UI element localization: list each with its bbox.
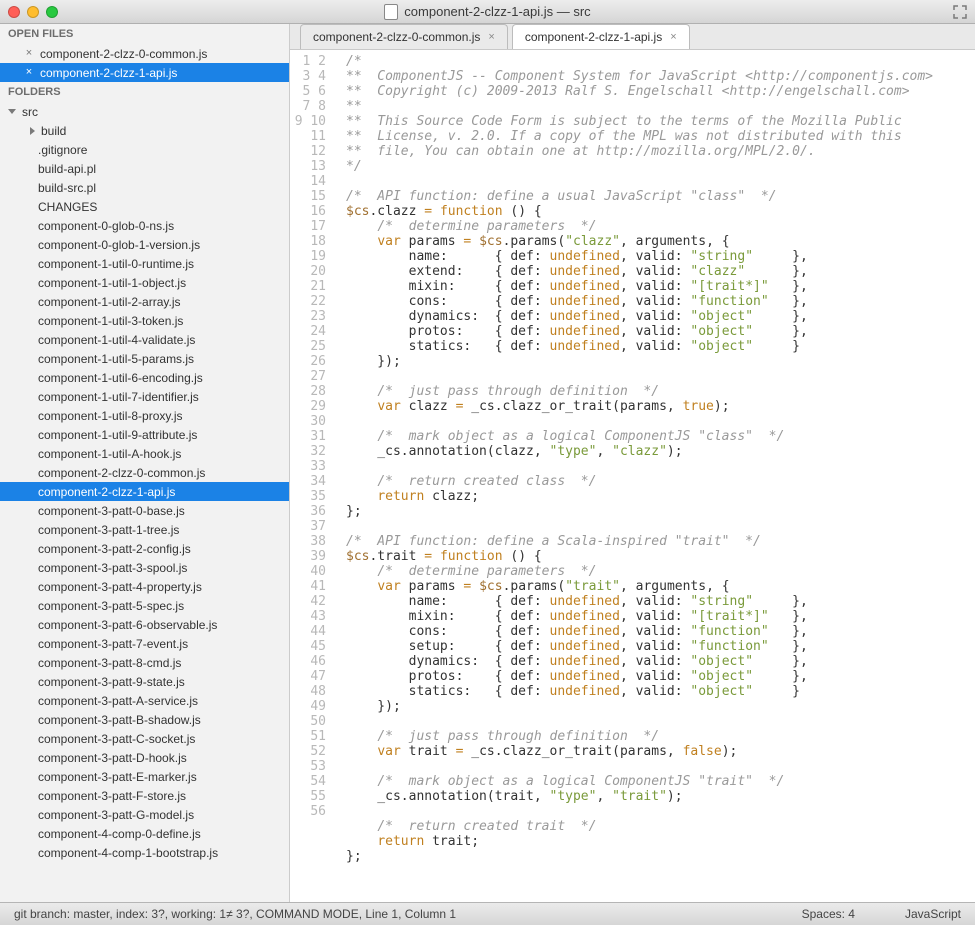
file-item[interactable]: component-3-patt-A-service.js (0, 691, 289, 710)
file-item[interactable]: component-3-patt-C-socket.js (0, 729, 289, 748)
file-item[interactable]: component-3-patt-G-model.js (0, 805, 289, 824)
file-item[interactable]: component-2-clzz-1-api.js (0, 482, 289, 501)
file-item[interactable]: component-3-patt-E-marker.js (0, 767, 289, 786)
file-item[interactable]: component-2-clzz-0-common.js (0, 463, 289, 482)
code-editor[interactable]: 1 2 3 4 5 6 7 8 9 10 11 12 13 14 15 16 1… (290, 50, 975, 902)
file-name: component-2-clzz-1-api.js (40, 66, 177, 80)
file-item[interactable]: component-4-comp-0-define.js (0, 824, 289, 843)
editor-area: component-2-clzz-0-common.js×component-2… (290, 24, 975, 902)
file-item[interactable]: component-0-glob-0-ns.js (0, 216, 289, 235)
open-file-item[interactable]: × component-2-clzz-1-api.js (0, 63, 289, 82)
close-icon[interactable] (8, 6, 20, 18)
file-item[interactable]: component-1-util-6-encoding.js (0, 368, 289, 387)
file-item[interactable]: component-3-patt-6-observable.js (0, 615, 289, 634)
expand-icon[interactable] (953, 5, 967, 19)
file-item[interactable]: component-1-util-4-validate.js (0, 330, 289, 349)
file-item[interactable]: component-1-util-0-runtime.js (0, 254, 289, 273)
file-item[interactable]: component-3-patt-F-store.js (0, 786, 289, 805)
tab-bar: component-2-clzz-0-common.js×component-2… (290, 24, 975, 50)
minimize-icon[interactable] (27, 6, 39, 18)
chevron-right-icon (30, 127, 35, 135)
file-item[interactable]: component-3-patt-2-config.js (0, 539, 289, 558)
close-file-icon[interactable]: × (24, 67, 34, 78)
close-file-icon[interactable]: × (24, 48, 34, 59)
line-gutter: 1 2 3 4 5 6 7 8 9 10 11 12 13 14 15 16 1… (290, 50, 334, 902)
editor-tab[interactable]: component-2-clzz-0-common.js × (300, 24, 508, 49)
file-item[interactable]: component-1-util-5-params.js (0, 349, 289, 368)
file-item[interactable]: component-1-util-A-hook.js (0, 444, 289, 463)
file-item[interactable]: component-1-util-2-array.js (0, 292, 289, 311)
tab-label: component-2-clzz-1-api.js (525, 30, 662, 44)
file-item[interactable]: component-1-util-3-token.js (0, 311, 289, 330)
close-tab-icon[interactable]: × (488, 31, 494, 43)
folder-build[interactable]: build (0, 121, 289, 140)
status-language[interactable]: JavaScript (905, 907, 961, 921)
file-item[interactable]: component-3-patt-8-cmd.js (0, 653, 289, 672)
file-item[interactable]: build-api.pl (0, 159, 289, 178)
file-item[interactable]: component-3-patt-3-spool.js (0, 558, 289, 577)
status-spaces[interactable]: Spaces: 4 (802, 907, 855, 921)
file-item[interactable]: component-3-patt-1-tree.js (0, 520, 289, 539)
file-item[interactable]: CHANGES (0, 197, 289, 216)
file-item[interactable]: component-3-patt-5-spec.js (0, 596, 289, 615)
file-item[interactable]: component-1-util-1-object.js (0, 273, 289, 292)
document-icon (384, 4, 398, 20)
window-title: component-2-clzz-1-api.js — src (404, 4, 590, 19)
file-item[interactable]: component-0-glob-1-version.js (0, 235, 289, 254)
tab-label: component-2-clzz-0-common.js (313, 30, 480, 44)
file-item[interactable]: component-3-patt-D-hook.js (0, 748, 289, 767)
file-item[interactable]: component-1-util-7-identifier.js (0, 387, 289, 406)
open-files-header: OPEN FILES (0, 24, 289, 44)
file-item[interactable]: component-3-patt-B-shadow.js (0, 710, 289, 729)
sidebar: OPEN FILES × component-2-clzz-0-common.js… (0, 24, 290, 902)
open-file-item[interactable]: × component-2-clzz-0-common.js (0, 44, 289, 63)
titlebar: component-2-clzz-1-api.js — src (0, 0, 975, 24)
file-item[interactable]: component-4-comp-1-bootstrap.js (0, 843, 289, 862)
file-item[interactable]: component-3-patt-4-property.js (0, 577, 289, 596)
folder-root[interactable]: src (0, 102, 289, 121)
code-content[interactable]: /* ** ComponentJS -- Component System fo… (334, 50, 975, 902)
file-item[interactable]: component-3-patt-0-base.js (0, 501, 289, 520)
file-item[interactable]: component-3-patt-7-event.js (0, 634, 289, 653)
close-tab-icon[interactable]: × (670, 31, 676, 43)
folder-label: build (41, 124, 66, 138)
file-item[interactable]: component-1-util-8-proxy.js (0, 406, 289, 425)
chevron-down-icon (8, 109, 16, 114)
status-left: git branch: master, index: 3?, working: … (14, 907, 456, 921)
status-bar: git branch: master, index: 3?, working: … (0, 902, 975, 925)
file-item[interactable]: component-3-patt-9-state.js (0, 672, 289, 691)
file-item[interactable]: build-src.pl (0, 178, 289, 197)
window-controls (8, 6, 58, 18)
file-item[interactable]: .gitignore (0, 140, 289, 159)
file-name: component-2-clzz-0-common.js (40, 47, 207, 61)
file-item[interactable]: component-1-util-9-attribute.js (0, 425, 289, 444)
folder-label: src (22, 105, 38, 119)
editor-tab[interactable]: component-2-clzz-1-api.js × (512, 24, 690, 49)
zoom-icon[interactable] (46, 6, 58, 18)
folders-header: FOLDERS (0, 82, 289, 102)
